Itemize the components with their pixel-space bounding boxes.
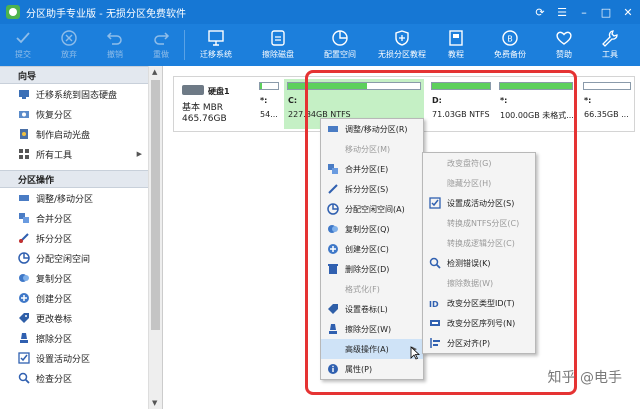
scroll-down-icon[interactable]: ▼	[152, 399, 157, 407]
disk-info[interactable]: 硬盘1 基本 MBR 465.76GB	[178, 81, 254, 129]
sidebar-scrollbar[interactable]: ▲ ▼	[148, 66, 162, 409]
partition-usage-bar	[259, 82, 279, 90]
ops-section-header: 分区操作	[0, 170, 148, 188]
sidebar-item-merge[interactable]: 合并分区	[0, 208, 148, 228]
boot-disc-icon	[18, 128, 30, 140]
scrollbar-thumb[interactable]	[151, 80, 160, 330]
sidebar-item-recover[interactable]: 恢复分区	[0, 104, 148, 124]
split-icon	[18, 232, 30, 244]
undo-icon	[105, 29, 125, 47]
refresh-icon[interactable]: ⟳	[534, 6, 546, 19]
copy-icon	[18, 272, 30, 284]
merge-icon	[18, 212, 30, 224]
submenu-arrow-icon: ▶	[136, 150, 142, 158]
allocate-space-button[interactable]: 配置空间	[309, 24, 371, 66]
sidebar-item-wipe[interactable]: 擦除分区	[0, 328, 148, 348]
redo-button[interactable]: 重做	[138, 24, 184, 66]
sidebar-item-create[interactable]: 创建分区	[0, 288, 148, 308]
close-button[interactable]: ✕	[622, 6, 634, 19]
app-logo-icon	[6, 5, 20, 19]
discard-button[interactable]: 放弃	[46, 24, 92, 66]
partition-usage-fill	[260, 83, 262, 89]
watermark: 知乎 @电手	[547, 370, 622, 386]
left-panel: 向导 迁移系统到固态硬盘 恢复分区 制作启动光盘 所有工具 ▶ 分区操作 调整/…	[0, 66, 163, 409]
disk-size: 465.76GB	[182, 114, 227, 124]
migrate-ssd-icon	[18, 88, 30, 100]
redo-icon	[151, 29, 171, 47]
shield-icon	[392, 29, 412, 47]
svg-text:B: B	[507, 35, 513, 44]
partition-1[interactable]: *: 54...	[256, 79, 282, 129]
disk-name: 硬盘1	[208, 87, 230, 96]
migrate-system-button[interactable]: 迁移系统	[185, 24, 247, 66]
allocate-icon	[18, 252, 30, 264]
sidebar-item-migrate-ssd[interactable]: 迁移系统到固态硬盘	[0, 84, 148, 104]
sidebar-item-boot-disc[interactable]: 制作启动光盘	[0, 124, 148, 144]
wipe-disk-icon	[268, 29, 288, 47]
create-icon	[18, 292, 30, 304]
sidebar-item-split[interactable]: 拆分分区	[0, 228, 148, 248]
sidebar-item-resize[interactable]: 调整/移动分区	[0, 188, 148, 208]
scroll-up-icon[interactable]: ▲	[152, 68, 157, 76]
migrate-icon	[206, 29, 226, 47]
discard-icon	[59, 29, 79, 47]
menu-icon[interactable]: ☰	[556, 6, 568, 19]
wipe-disk-button[interactable]: 擦除磁盘	[247, 24, 309, 66]
wrench-icon	[600, 29, 620, 47]
sidebar-item-check[interactable]: 检查分区	[0, 368, 148, 388]
tutorial-button[interactable]: 教程	[433, 24, 479, 66]
active-icon	[18, 352, 30, 364]
sponsor-button[interactable]: 赞助	[541, 24, 587, 66]
hard-disk-icon	[182, 85, 204, 95]
wizard-section-header: 向导	[0, 66, 148, 84]
resize-icon	[18, 192, 30, 204]
partition-5[interactable]: *: 66.35GB ...	[580, 79, 634, 129]
allocate-space-icon	[330, 29, 350, 47]
minimize-button[interactable]: –	[578, 6, 590, 19]
tools-button[interactable]: 工具	[587, 24, 633, 66]
tools-icon	[18, 148, 30, 160]
heart-icon	[554, 29, 574, 47]
window-title: 分区助手专业版 - 无损分区免费软件	[26, 8, 186, 20]
sidebar-item-set-active[interactable]: 设置活动分区	[0, 348, 148, 368]
disk-type: 基本 MBR	[182, 103, 224, 113]
window-controls: ⟳ ☰ – □ ✕	[534, 0, 634, 24]
tutorial-icon	[446, 29, 466, 47]
mouse-cursor-icon	[410, 346, 420, 360]
submit-button[interactable]: 提交	[0, 24, 46, 66]
title-bar: 分区助手专业版 - 无损分区免费软件 ⟳ ☰ – □ ✕	[0, 0, 640, 24]
toolbar: 提交 放弃 撤销 重做 迁移系统 擦除磁盘 配置空间 无损分区教程 教程 B 免…	[0, 24, 640, 66]
check-icon	[13, 29, 33, 47]
maximize-button[interactable]: □	[600, 6, 612, 19]
sidebar-item-change-label[interactable]: 更改卷标	[0, 308, 148, 328]
partition-usage-bar	[583, 82, 631, 90]
check-partition-icon	[18, 372, 30, 384]
sidebar-item-allocate[interactable]: 分配空闲空间	[0, 248, 148, 268]
backup-icon: B	[500, 29, 520, 47]
red-highlight-box	[305, 70, 577, 395]
sidebar-item-copy[interactable]: 复制分区	[0, 268, 148, 288]
undo-button[interactable]: 撤销	[92, 24, 138, 66]
recover-icon	[18, 108, 30, 120]
wipe-icon	[18, 332, 30, 344]
free-backup-button[interactable]: B 免费备份	[479, 24, 541, 66]
lossless-tutorial-button[interactable]: 无损分区教程	[371, 24, 433, 66]
sidebar-item-all-tools[interactable]: 所有工具 ▶	[0, 144, 148, 164]
label-icon	[18, 312, 30, 324]
